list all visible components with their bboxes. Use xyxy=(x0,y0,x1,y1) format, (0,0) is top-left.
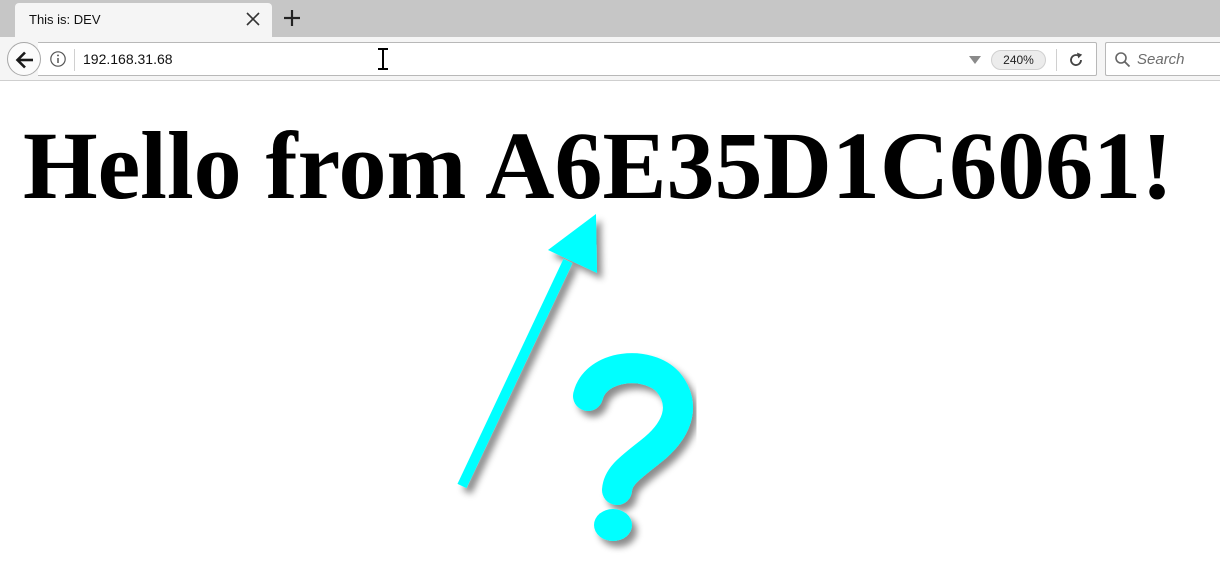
tab-title: This is: DEV xyxy=(29,12,101,27)
annotation-overlay xyxy=(457,214,693,541)
arrow-icon xyxy=(457,214,597,489)
close-icon[interactable] xyxy=(240,6,266,32)
tab-dev[interactable]: This is: DEV xyxy=(15,3,272,37)
back-arrow-icon xyxy=(15,51,33,69)
url-bar[interactable]: 192.168.31.68 240% xyxy=(38,42,1097,76)
page-content: Hello from A6E35D1C6061! xyxy=(0,82,1220,587)
url-separator xyxy=(1056,49,1057,71)
reload-icon[interactable] xyxy=(1066,50,1086,70)
url-text[interactable]: 192.168.31.68 xyxy=(83,51,173,67)
nav-bar: 192.168.31.68 240% Search xyxy=(0,37,1220,81)
search-icon xyxy=(1114,51,1132,69)
chevron-down-icon[interactable] xyxy=(968,55,982,65)
search-placeholder[interactable]: Search xyxy=(1137,51,1185,68)
url-separator xyxy=(74,49,75,71)
search-bar[interactable]: Search xyxy=(1105,42,1220,76)
back-button[interactable] xyxy=(7,42,41,76)
tab-strip: This is: DEV xyxy=(0,0,1220,37)
info-icon[interactable] xyxy=(49,50,67,68)
zoom-level-badge[interactable]: 240% xyxy=(991,50,1046,70)
question-mark-icon xyxy=(573,353,693,541)
plus-icon[interactable] xyxy=(280,6,304,30)
text-cursor-icon xyxy=(375,47,391,71)
